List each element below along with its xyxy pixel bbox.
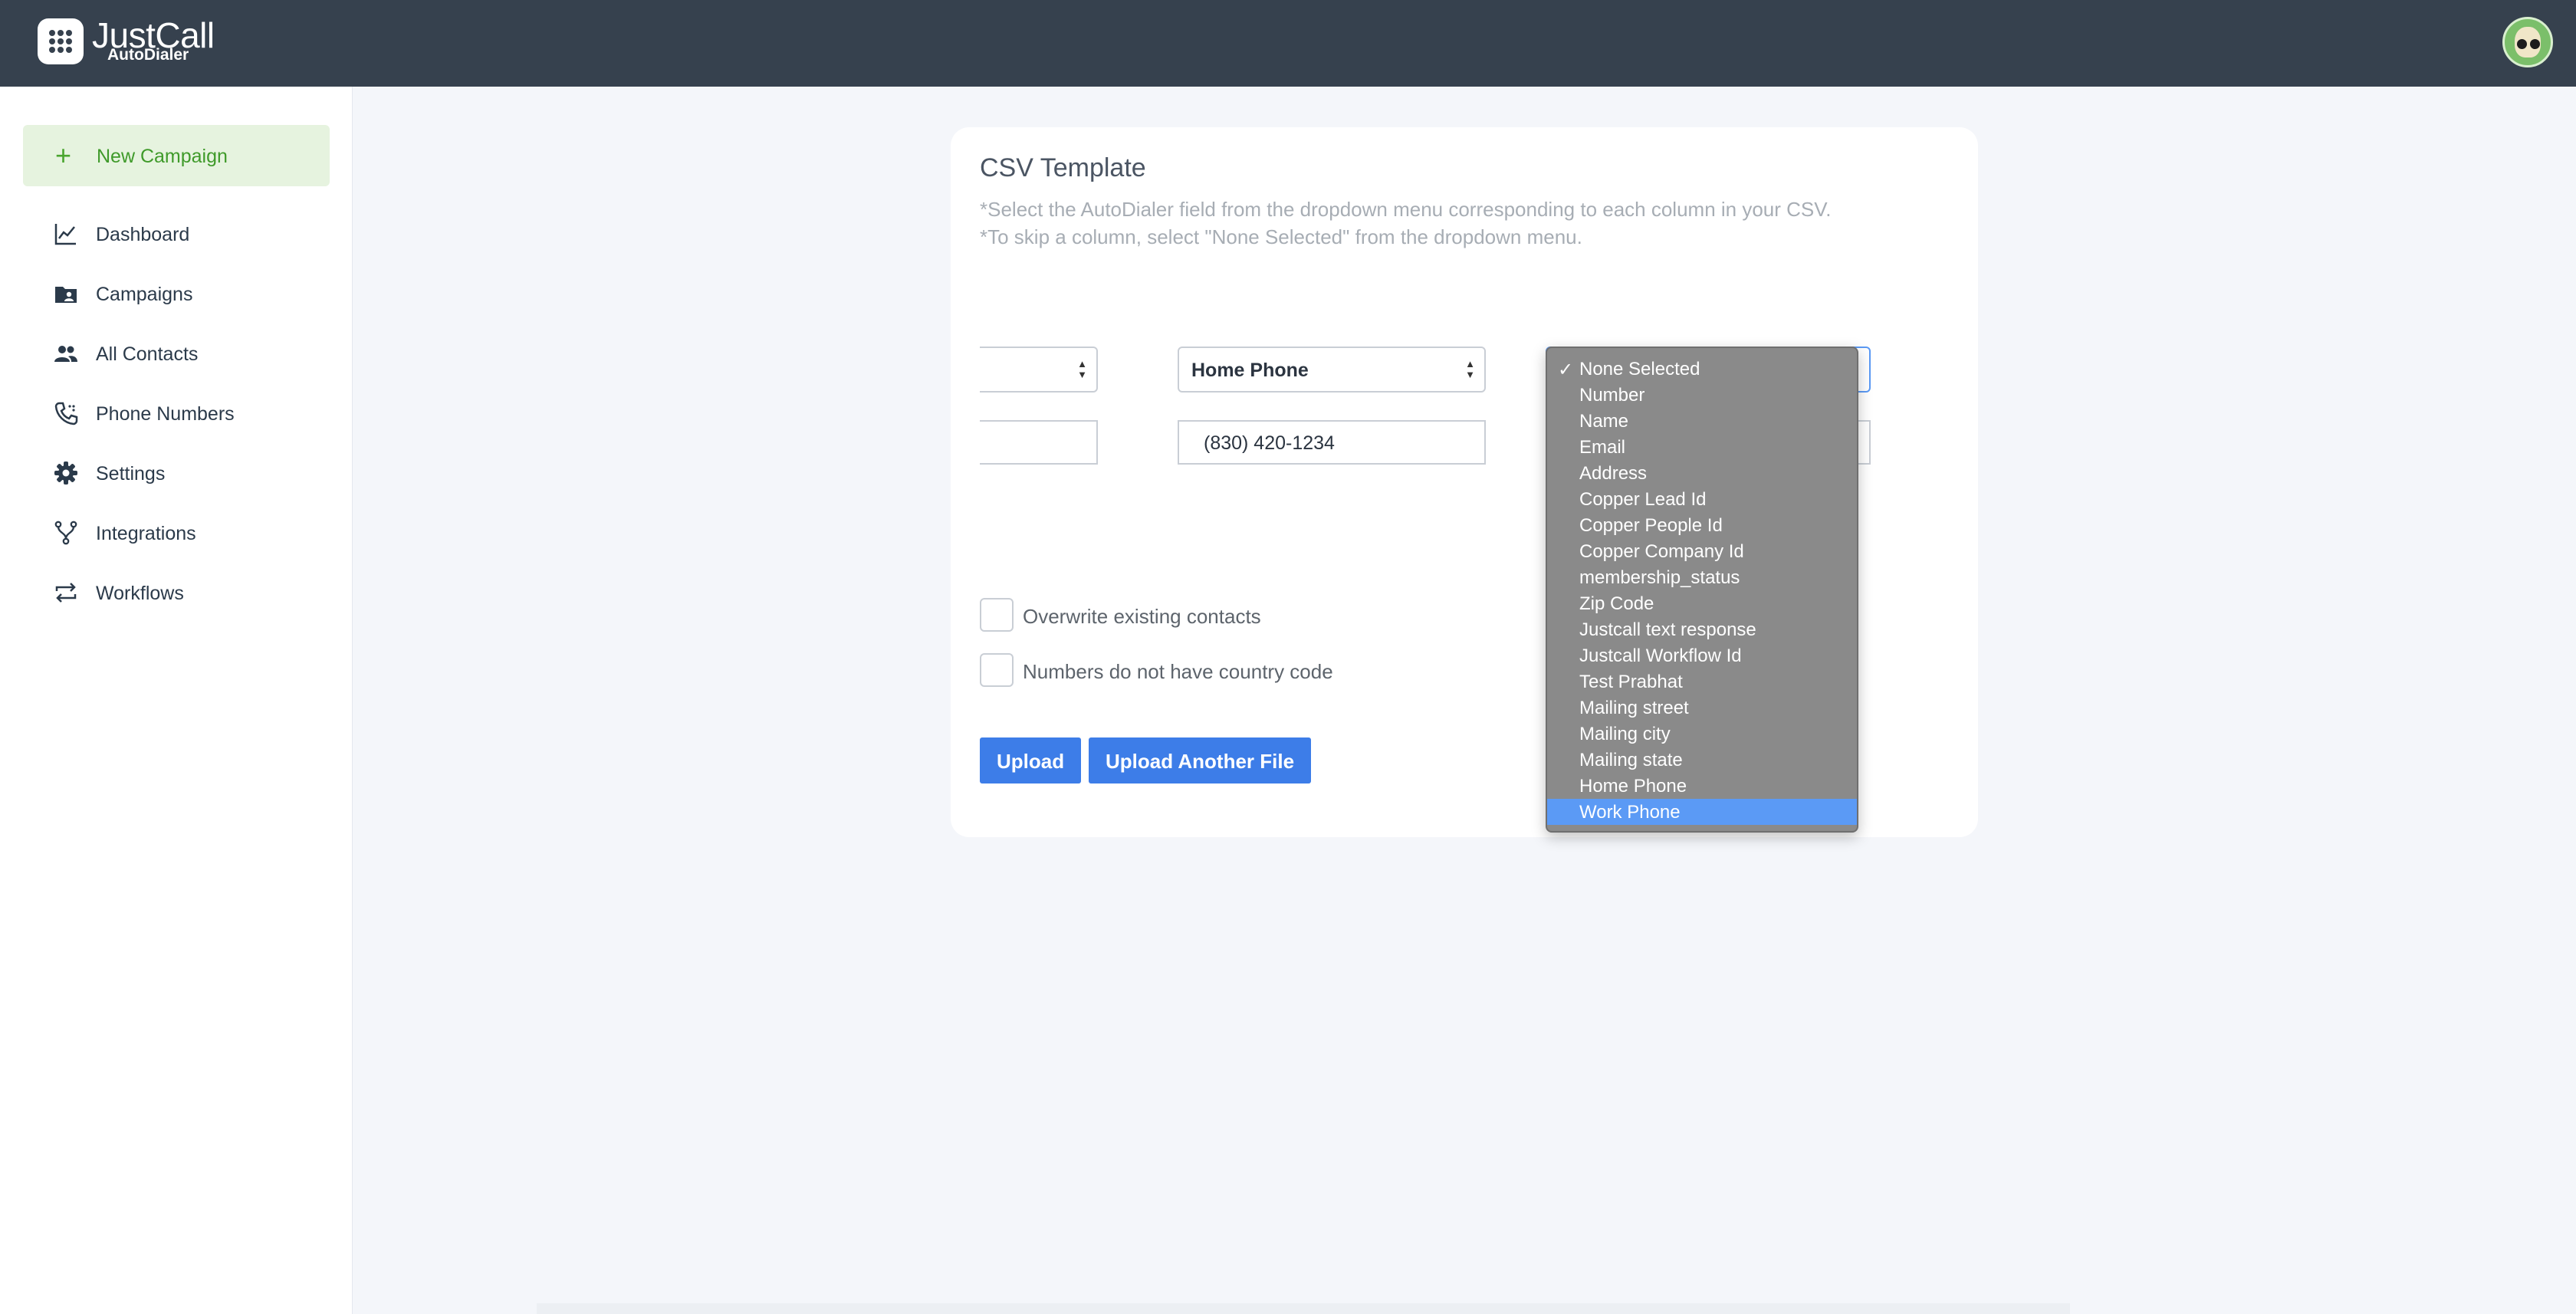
branch-icon — [54, 521, 77, 545]
user-avatar[interactable] — [2502, 17, 2553, 67]
upload-button[interactable]: Upload — [980, 737, 1081, 783]
select-arrows-icon: ▲▼ — [1465, 358, 1475, 380]
dropdown-option[interactable]: membership_status — [1547, 564, 1857, 590]
card-title: CSV Template — [980, 153, 1146, 182]
brand-subtitle: AutoDialer — [107, 46, 189, 64]
dropdown-option[interactable]: Copper People Id — [1547, 512, 1857, 538]
sidebar-item-label: Integrations — [96, 523, 196, 544]
sidebar: + New Campaign Dashboard Campaigns All C… — [0, 87, 353, 1314]
hint-skip-column: *To skip a column, select "None Selected… — [980, 225, 1582, 248]
new-campaign-label: New Campaign — [97, 146, 228, 167]
hint-select-field: *Select the AutoDialer field from the dr… — [980, 198, 1832, 221]
dropdown-option[interactable]: Address — [1547, 460, 1857, 486]
sidebar-item-campaigns[interactable]: Campaigns — [0, 271, 353, 317]
sidebar-item-label: Campaigns — [96, 284, 193, 305]
sidebar-item-label: All Contacts — [96, 343, 199, 365]
no-country-code-checkbox[interactable] — [980, 653, 1014, 687]
dropdown-option[interactable]: Test Prabhat — [1547, 668, 1857, 695]
dropdown-option[interactable]: Justcall Workflow Id — [1547, 642, 1857, 668]
dropdown-option[interactable]: Mailing city — [1547, 721, 1857, 747]
sidebar-item-integrations[interactable]: Integrations — [0, 510, 353, 556]
sidebar-item-phone-numbers[interactable]: Phone Numbers — [0, 390, 353, 436]
dropdown-option[interactable]: Home Phone — [1547, 773, 1857, 799]
people-icon — [54, 346, 77, 362]
dropdown-option[interactable]: Mailing state — [1547, 747, 1857, 773]
dropdown-option[interactable]: Justcall text response — [1547, 616, 1857, 642]
sidebar-item-label: Dashboard — [96, 224, 190, 245]
dropdown-option-none-selected[interactable]: ✓ None Selected — [1547, 356, 1857, 382]
upload-another-file-button[interactable]: Upload Another File — [1089, 737, 1311, 783]
column-2-field-select[interactable]: Home Phone ▲ ▼ — [1178, 347, 1486, 393]
dropdown-option[interactable]: Name — [1547, 408, 1857, 434]
column-1-sample-value — [980, 420, 1098, 465]
sidebar-item-workflows[interactable]: Workflows — [0, 570, 353, 616]
folder-user-icon — [55, 287, 77, 303]
phone-icon — [54, 402, 78, 425]
plus-icon: + — [55, 140, 72, 171]
dropdown-option-highlighted[interactable]: Work Phone — [1547, 799, 1857, 825]
dropdown-option[interactable]: Number — [1547, 382, 1857, 408]
dropdown-option[interactable]: Copper Lead Id — [1547, 486, 1857, 512]
justcall-logo-icon[interactable] — [38, 18, 84, 64]
field-dropdown-menu[interactable]: ✓ None Selected Number Name Email Addres… — [1546, 347, 1858, 833]
no-country-code-label: Numbers do not have country code — [1023, 660, 1333, 683]
checkmark-icon: ✓ — [1558, 360, 1574, 380]
sidebar-item-label: Workflows — [96, 583, 184, 604]
sidebar-item-label: Phone Numbers — [96, 403, 235, 425]
overwrite-contacts-checkbox[interactable] — [980, 598, 1014, 632]
overwrite-contacts-label: Overwrite existing contacts — [1023, 605, 1261, 628]
chart-line-icon — [54, 224, 76, 245]
top-bar: JustCall AutoDialer — [0, 0, 2576, 87]
dropdown-option[interactable]: Copper Company Id — [1547, 538, 1857, 564]
select-arrows-icon: ▲▼ — [1077, 358, 1087, 380]
new-campaign-button[interactable]: + New Campaign — [23, 125, 330, 186]
sidebar-item-settings[interactable]: Settings — [0, 450, 353, 496]
dropdown-option[interactable]: Mailing street — [1547, 695, 1857, 721]
dropdown-option[interactable]: Zip Code — [1547, 590, 1857, 616]
column-2-sample-value: (830) 420-1234 — [1178, 420, 1486, 465]
repeat-icon — [55, 583, 77, 603]
sidebar-item-all-contacts[interactable]: All Contacts — [0, 330, 353, 376]
sidebar-item-dashboard[interactable]: Dashboard — [0, 211, 353, 257]
gear-icon — [54, 462, 77, 485]
sidebar-item-label: Settings — [96, 463, 166, 485]
column-1-field-select[interactable]: ▲ ▼ — [980, 347, 1098, 393]
page-bottom-edge — [537, 1303, 2070, 1314]
dropdown-option[interactable]: Email — [1547, 434, 1857, 460]
